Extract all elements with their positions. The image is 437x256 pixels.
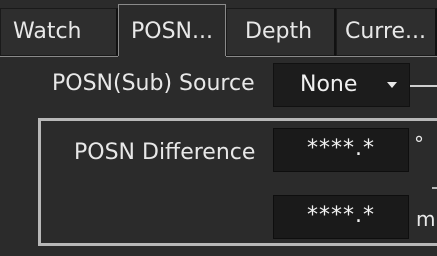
posn-source-label: POSN(Sub) Source — [52, 71, 255, 96]
posn-difference-angle-field: ****.* — [273, 128, 409, 172]
tab-watch-label: Watch — [13, 19, 82, 44]
tab-depth-label: Depth — [245, 19, 313, 44]
meter-unit: m — [416, 207, 436, 231]
chevron-down-icon — [387, 82, 397, 88]
posn-source-dropdown[interactable]: None — [273, 63, 410, 107]
tab-current-label: Curre... — [345, 19, 427, 44]
active-tab-gap — [118, 56, 226, 58]
group-connector-line — [432, 187, 437, 189]
tab-depth[interactable]: Depth — [226, 8, 336, 56]
tab-posn[interactable]: POSN... — [118, 4, 226, 58]
tab-bar: Watch POSN... Depth Curre... — [0, 0, 437, 58]
tab-current[interactable]: Curre... — [336, 8, 437, 56]
tab-watch[interactable]: Watch — [0, 8, 118, 56]
degree-unit: ° — [414, 132, 424, 156]
dropdown-connector-line — [410, 85, 437, 87]
posn-source-value: None — [300, 72, 358, 97]
tab-posn-label: POSN... — [131, 19, 213, 44]
posn-difference-label: POSN Difference — [74, 140, 256, 165]
posn-difference-distance-field: ****.* — [273, 195, 409, 239]
